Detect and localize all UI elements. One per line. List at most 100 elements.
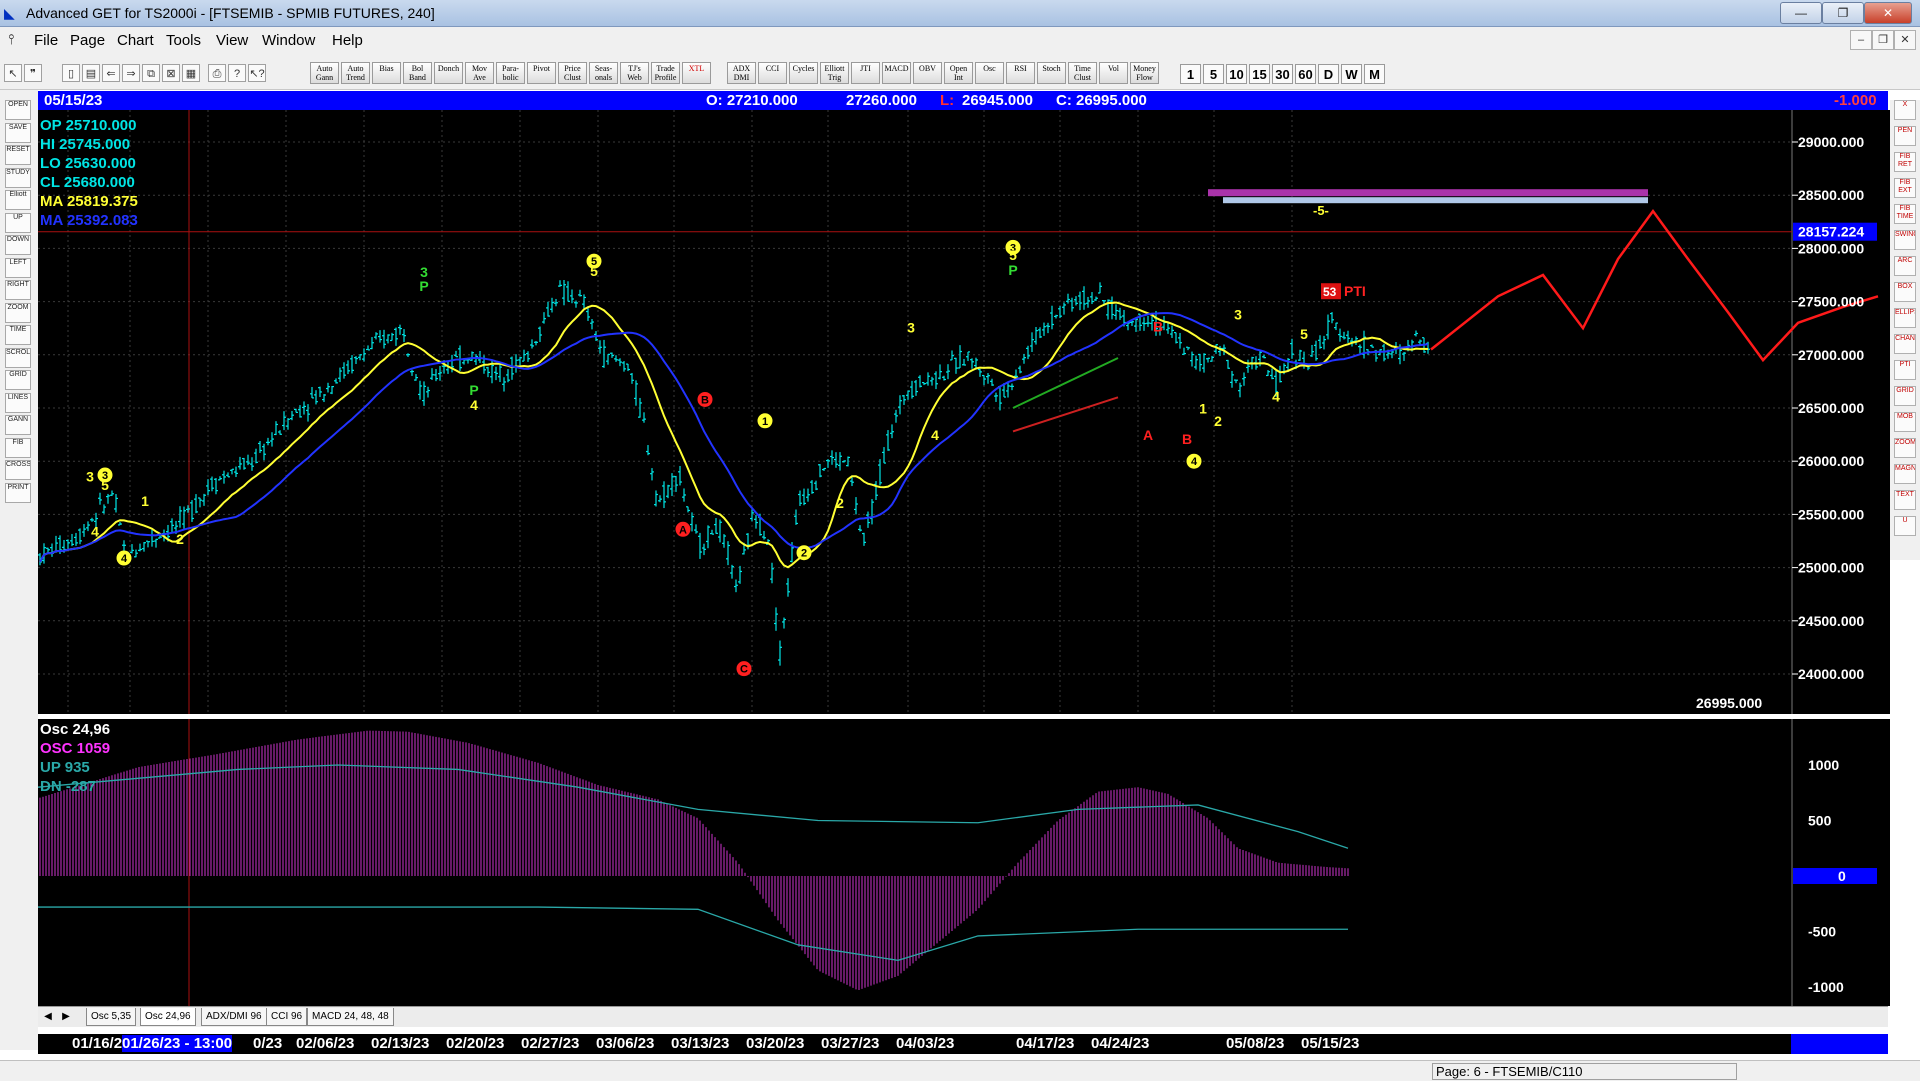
study-button-bias[interactable]: Bias [372, 62, 401, 84]
study-button-para-bolic[interactable]: Para-bolic [496, 62, 525, 84]
right-tool-magnet-icon[interactable]: MAGNET [1894, 464, 1916, 484]
link-icon[interactable]: ⧉ [142, 64, 160, 82]
timeframe-button-15[interactable]: 15 [1249, 64, 1270, 84]
right-tool-fib-ext-icon[interactable]: FIB EXT [1894, 178, 1916, 198]
tab-osc-5-35[interactable]: Osc 5,35 [86, 1008, 137, 1026]
study-button-mov-ave[interactable]: Mov Ave [465, 62, 494, 84]
next-page-icon[interactable]: ⇒ [122, 64, 140, 82]
left-tool-time-icon[interactable]: TIME [5, 325, 31, 345]
right-tool-arc-icon[interactable]: ARC [1894, 256, 1916, 276]
right-tool-x-icon[interactable]: X [1894, 100, 1916, 120]
pin-icon[interactable]: ⫯ [8, 31, 14, 48]
right-tool-fib-time-icon[interactable]: FIB TIME [1894, 204, 1916, 224]
tab-macd[interactable]: MACD 24, 48, 48 [307, 1008, 394, 1026]
timeframe-button-60[interactable]: 60 [1295, 64, 1316, 84]
tab-scroll-left-icon[interactable]: ◀ [40, 1008, 56, 1025]
left-tool-study-icon[interactable]: STUDY [5, 167, 31, 188]
tab-osc-24-96[interactable]: Osc 24,96 [140, 1008, 196, 1026]
left-tool-left-icon[interactable]: LEFT [5, 257, 31, 278]
menu-window[interactable]: Window [262, 32, 315, 49]
left-tool-lines-icon[interactable]: LINES [5, 392, 31, 413]
help-icon[interactable]: ? [228, 64, 246, 82]
left-tool-elliott-icon[interactable]: Elliott [5, 190, 31, 210]
timeframe-button-5[interactable]: 5 [1203, 64, 1224, 84]
study-button-bol-band[interactable]: Bol Band [403, 62, 432, 84]
oscillator-chart[interactable]: 1000 500 0 -500 -1000 Osc 24,96 OSC 1059 UP 935… [38, 719, 1890, 1006]
study-button-money-flow[interactable]: Money Flow [1130, 62, 1159, 84]
left-tool-down-icon[interactable]: DOWN [5, 235, 31, 255]
doc-close-button[interactable]: ✕ [1894, 30, 1916, 50]
left-tool-open-icon[interactable]: OPEN [5, 100, 31, 120]
study-button-trade-profile[interactable]: Trade Profile [651, 62, 680, 84]
minimize-button[interactable]: — [1780, 2, 1822, 24]
right-tool-grid-icon[interactable]: GRID [1894, 386, 1916, 406]
right-tool-swing-icon[interactable]: SWING [1894, 230, 1916, 250]
right-tool-box-icon[interactable]: BOX [1894, 282, 1916, 302]
price-chart[interactable]: -5-53 PTI3P4PP3 354412551223435124345ABCAB… [38, 110, 1890, 714]
doc-minimize-button[interactable]: – [1850, 30, 1872, 50]
left-tool-print-icon[interactable]: PRINT [5, 482, 31, 503]
study-button-time-clust[interactable]: Time Clust [1068, 62, 1097, 84]
study-button-macd[interactable]: MACD [882, 62, 911, 84]
left-tool-up-icon[interactable]: UP [5, 212, 31, 233]
left-tool-right-icon[interactable]: RIGHT [5, 280, 31, 300]
right-tool-mob-icon[interactable]: MOB [1894, 412, 1916, 432]
new-page-icon[interactable]: ▯ [62, 64, 80, 82]
grid-icon[interactable]: ▦ [182, 64, 200, 82]
study-button-pivot[interactable]: Pivot [527, 62, 556, 84]
prev-page-icon[interactable]: ⇐ [102, 64, 120, 82]
right-tool-u-icon[interactable]: U [1894, 516, 1916, 536]
study-button-rsi[interactable]: RSI [1006, 62, 1035, 84]
timeframe-button-d[interactable]: D [1318, 64, 1339, 84]
study-button-adx-dmi[interactable]: ADX DMI [727, 62, 756, 84]
right-tool-pen-icon[interactable]: PEN [1894, 126, 1916, 146]
menu-tools[interactable]: Tools [166, 32, 201, 49]
left-tool-scroll-icon[interactable]: SCROLL [5, 347, 31, 368]
study-button-obv[interactable]: OBV [913, 62, 942, 84]
timeframe-button-w[interactable]: W [1341, 64, 1362, 84]
timeframe-button-m[interactable]: M [1364, 64, 1385, 84]
study-button-osc[interactable]: Osc [975, 62, 1004, 84]
study-button-jti[interactable]: JTI [851, 62, 880, 84]
doc-restore-button[interactable]: ❐ [1872, 30, 1894, 50]
print-icon[interactable]: ⎙ [208, 64, 226, 82]
left-tool-cross-icon[interactable]: CROSS [5, 460, 31, 480]
study-button-donch[interactable]: Donch [434, 62, 463, 84]
right-tool-pti-icon[interactable]: PTI [1894, 360, 1916, 380]
study-button-xtl[interactable]: XTL [682, 62, 711, 84]
timeframe-button-1[interactable]: 1 [1180, 64, 1201, 84]
left-tool-save-icon[interactable]: SAVE [5, 122, 31, 143]
tab-cci-96[interactable]: CCI 96 [266, 1008, 308, 1026]
study-button-cci[interactable]: CCI [758, 62, 787, 84]
left-tool-zoom-icon[interactable]: ZOOM [5, 302, 31, 323]
cursor-icon[interactable]: ↖ [4, 64, 22, 82]
study-button-auto-trend[interactable]: Auto Trend [341, 62, 370, 84]
study-button-price-clust[interactable]: Price Clust [558, 62, 587, 84]
study-button-tj-s-web[interactable]: TJ's Web [620, 62, 649, 84]
study-button-cycles[interactable]: Cycles [789, 62, 818, 84]
right-tool-zoom-icon[interactable]: ZOOM [1894, 438, 1916, 458]
quote-icon[interactable]: ❞ [24, 64, 42, 82]
left-tool-fib-icon[interactable]: FIB [5, 437, 31, 458]
maximize-button[interactable]: ❐ [1822, 2, 1864, 24]
open-page-icon[interactable]: ▤ [82, 64, 100, 82]
context-help-icon[interactable]: ↖? [248, 64, 266, 82]
study-button-elliott-trig[interactable]: Elliott Trig [820, 62, 849, 84]
menu-view[interactable]: View [216, 32, 248, 49]
menu-help[interactable]: Help [332, 32, 363, 49]
study-button-seas-onals[interactable]: Seas-onals [589, 62, 618, 84]
left-tool-grid-icon[interactable]: GRID [5, 370, 31, 390]
delete-icon[interactable]: ⊠ [162, 64, 180, 82]
left-tool-reset-icon[interactable]: RESET [5, 145, 31, 165]
menu-page[interactable]: Page [70, 32, 105, 49]
study-button-open-int[interactable]: Open Int [944, 62, 973, 84]
close-button[interactable]: ✕ [1864, 2, 1912, 24]
study-button-auto-gann[interactable]: Auto Gann [310, 62, 339, 84]
tab-scroll-right-icon[interactable]: ▶ [58, 1008, 74, 1025]
right-tool-ellips-icon[interactable]: ELLIPS [1894, 308, 1916, 328]
timeframe-button-10[interactable]: 10 [1226, 64, 1247, 84]
menu-file[interactable]: File [34, 32, 58, 49]
timeframe-button-30[interactable]: 30 [1272, 64, 1293, 84]
right-tool-text-icon[interactable]: TEXT [1894, 490, 1916, 510]
study-button-stoch[interactable]: Stoch [1037, 62, 1066, 84]
